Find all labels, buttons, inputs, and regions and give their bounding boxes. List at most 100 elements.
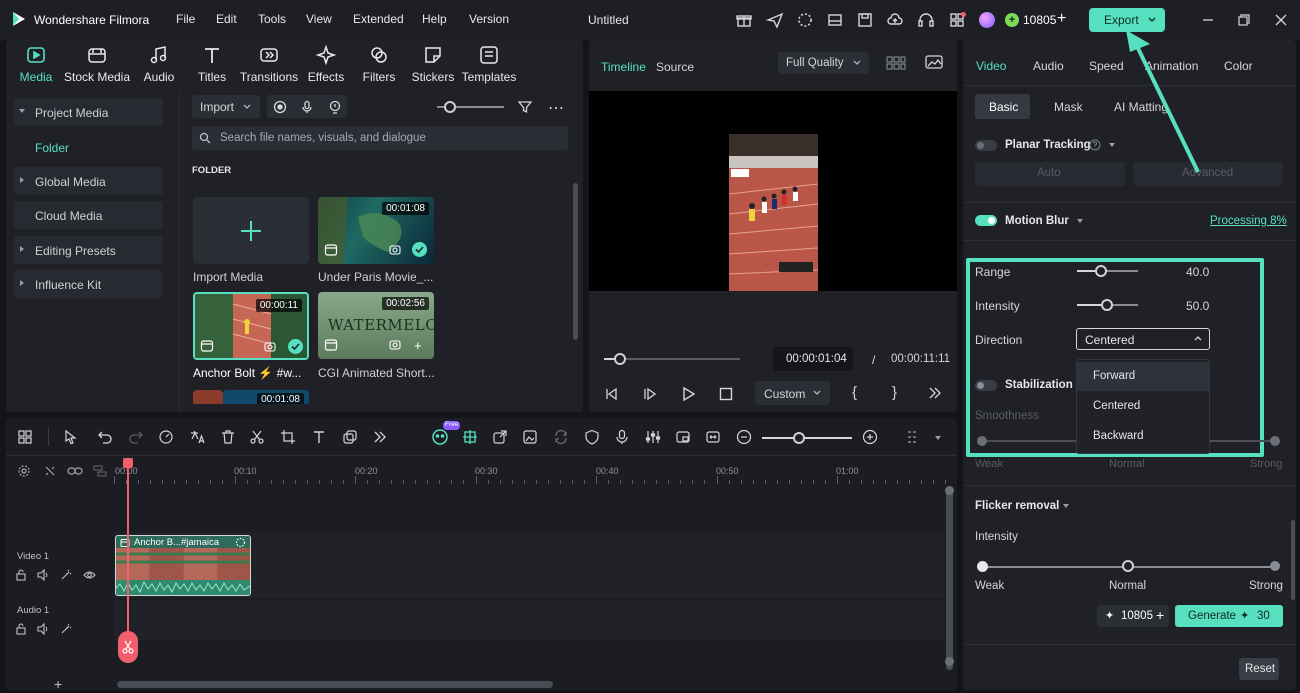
import-dropdown[interactable]: Import bbox=[192, 95, 260, 118]
tab-video[interactable]: Video bbox=[976, 59, 1006, 73]
tab-media[interactable]: Media bbox=[1, 44, 71, 84]
microphone-icon[interactable] bbox=[300, 100, 314, 114]
search-input[interactable]: Search file names, visuals, and dialogue bbox=[192, 126, 568, 150]
previous-frame-icon[interactable] bbox=[603, 386, 619, 402]
ai-translate-icon[interactable] bbox=[189, 429, 205, 445]
timeline-horizontal-scrollbar[interactable] bbox=[117, 681, 553, 688]
media-clip-thumbnail[interactable]: 00:01:08 bbox=[223, 390, 309, 404]
add-track-icon[interactable] bbox=[93, 464, 107, 478]
media-clip-thumbnail[interactable] bbox=[193, 390, 223, 404]
grid-view-icon[interactable] bbox=[886, 55, 906, 71]
menu-view[interactable]: View bbox=[306, 12, 332, 26]
record-voiceover-icon[interactable] bbox=[614, 429, 630, 445]
add-icon[interactable]: + bbox=[414, 338, 422, 353]
send-icon[interactable] bbox=[766, 11, 784, 29]
restore-icon[interactable] bbox=[1235, 11, 1253, 29]
generate-button[interactable]: Generate ✦ 30 bbox=[1175, 605, 1283, 627]
motion-blur-toggle[interactable] bbox=[975, 215, 997, 226]
track-audio-icon[interactable] bbox=[37, 569, 49, 581]
tab-audio-props[interactable]: Audio bbox=[1033, 59, 1064, 73]
unlink-icon[interactable] bbox=[43, 464, 57, 478]
play-icon[interactable] bbox=[680, 386, 696, 402]
help-icon[interactable] bbox=[1089, 139, 1101, 151]
direction-option-backward[interactable]: Backward bbox=[1077, 423, 1209, 452]
link-icon[interactable] bbox=[67, 464, 83, 478]
timeline-zoom-slider[interactable] bbox=[762, 437, 852, 439]
playhead-top-handle[interactable] bbox=[123, 458, 133, 468]
more-options-icon[interactable]: ⋯ bbox=[548, 98, 565, 118]
mark-in-icon[interactable]: { bbox=[852, 384, 857, 401]
sidebar-item-folder[interactable]: Folder bbox=[35, 141, 69, 155]
processing-link[interactable]: Processing 8% bbox=[1210, 215, 1287, 227]
more-tools-icon[interactable] bbox=[372, 429, 388, 445]
flicker-strong-dot[interactable] bbox=[1270, 561, 1280, 571]
track-lock-icon[interactable] bbox=[15, 569, 27, 581]
timeline-zoom-knob[interactable] bbox=[793, 432, 805, 444]
timeline-ruler[interactable] bbox=[114, 476, 947, 484]
menu-version[interactable]: Version bbox=[469, 12, 509, 26]
split-scissors-icon[interactable] bbox=[249, 429, 265, 445]
tab-speed[interactable]: Speed bbox=[1089, 59, 1124, 73]
tab-templates[interactable]: Templates bbox=[454, 44, 524, 84]
zoom-dropdown[interactable]: Custom bbox=[755, 381, 830, 405]
track-effect-icon[interactable] bbox=[60, 623, 72, 635]
picture-in-picture-icon[interactable] bbox=[675, 429, 691, 445]
avatar[interactable] bbox=[979, 12, 995, 28]
range-knob[interactable] bbox=[1095, 265, 1107, 277]
planar-tracking-toggle[interactable] bbox=[975, 140, 997, 151]
mark-out-icon[interactable]: } bbox=[892, 384, 897, 401]
delete-icon[interactable] bbox=[220, 429, 236, 445]
scroll-up-dot[interactable] bbox=[945, 486, 954, 495]
track-lock-icon[interactable] bbox=[15, 623, 27, 635]
track-layout-icon[interactable] bbox=[906, 429, 922, 445]
sync-icon[interactable] bbox=[553, 429, 569, 445]
zoom-out-icon[interactable] bbox=[736, 429, 752, 445]
import-media-tile[interactable] bbox=[193, 197, 309, 264]
direction-select[interactable]: Centered bbox=[1076, 328, 1210, 350]
text-tool-icon[interactable] bbox=[311, 429, 327, 445]
subtab-basic[interactable]: Basic bbox=[975, 94, 1030, 119]
cloud-upload-icon[interactable] bbox=[886, 11, 904, 29]
image-edit-icon[interactable] bbox=[522, 429, 538, 445]
intensity-knob[interactable] bbox=[1101, 299, 1113, 311]
snapshot-icon[interactable] bbox=[925, 54, 943, 70]
fit-icon[interactable] bbox=[705, 429, 721, 445]
sidebar-item-global-media[interactable]: Global Media bbox=[14, 167, 163, 195]
voiceover-icon[interactable] bbox=[328, 100, 342, 114]
menu-extended[interactable]: Extended bbox=[353, 12, 404, 26]
timeline-clip[interactable]: Anchor B...#jamaica bbox=[115, 535, 251, 596]
timeline-settings-icon[interactable] bbox=[17, 464, 31, 478]
redo-icon[interactable] bbox=[128, 429, 144, 445]
zoom-in-icon[interactable] bbox=[862, 429, 878, 445]
close-icon[interactable] bbox=[1272, 11, 1290, 29]
track-visibility-icon[interactable] bbox=[83, 569, 96, 581]
flicker-intensity-knob[interactable] bbox=[1122, 560, 1134, 572]
scroll-down-dot[interactable] bbox=[945, 657, 954, 666]
audio-mixer-icon[interactable] bbox=[645, 429, 661, 445]
flicker-weak-dot[interactable] bbox=[977, 561, 988, 572]
intensity-value[interactable]: 50.0 bbox=[1186, 299, 1209, 313]
crop-icon[interactable] bbox=[280, 429, 296, 445]
media-scrollbar[interactable] bbox=[573, 183, 578, 340]
media-clip-thumbnail[interactable]: 00:02:56 WATERMELON + bbox=[318, 292, 434, 359]
track-effect-icon[interactable] bbox=[60, 569, 72, 581]
ai-credits-badge[interactable]: ✦ 10805 + bbox=[1097, 605, 1169, 627]
menu-tools[interactable]: Tools bbox=[258, 12, 286, 26]
timeline-vertical-scrollbar[interactable] bbox=[946, 486, 953, 670]
properties-scrollbar[interactable] bbox=[1291, 520, 1295, 600]
layout-grid-icon[interactable] bbox=[17, 429, 33, 445]
caret-down-icon[interactable] bbox=[1063, 504, 1069, 508]
undo-icon[interactable] bbox=[97, 429, 113, 445]
quality-dropdown[interactable]: Full Quality bbox=[778, 52, 869, 74]
range-value[interactable]: 40.0 bbox=[1186, 265, 1209, 279]
tab-timeline[interactable]: Timeline bbox=[601, 60, 646, 74]
tab-source[interactable]: Source bbox=[656, 60, 694, 74]
auto-reframe-icon[interactable] bbox=[462, 429, 478, 445]
caret-down-icon[interactable] bbox=[1109, 143, 1115, 147]
add-track-plus-icon[interactable]: + bbox=[54, 676, 62, 692]
subtab-mask[interactable]: Mask bbox=[1054, 100, 1083, 114]
direction-option-forward[interactable]: Forward bbox=[1077, 362, 1209, 391]
add-credits-icon[interactable]: + bbox=[1057, 10, 1066, 28]
menu-help[interactable]: Help bbox=[422, 12, 447, 26]
headset-icon[interactable] bbox=[917, 11, 935, 29]
